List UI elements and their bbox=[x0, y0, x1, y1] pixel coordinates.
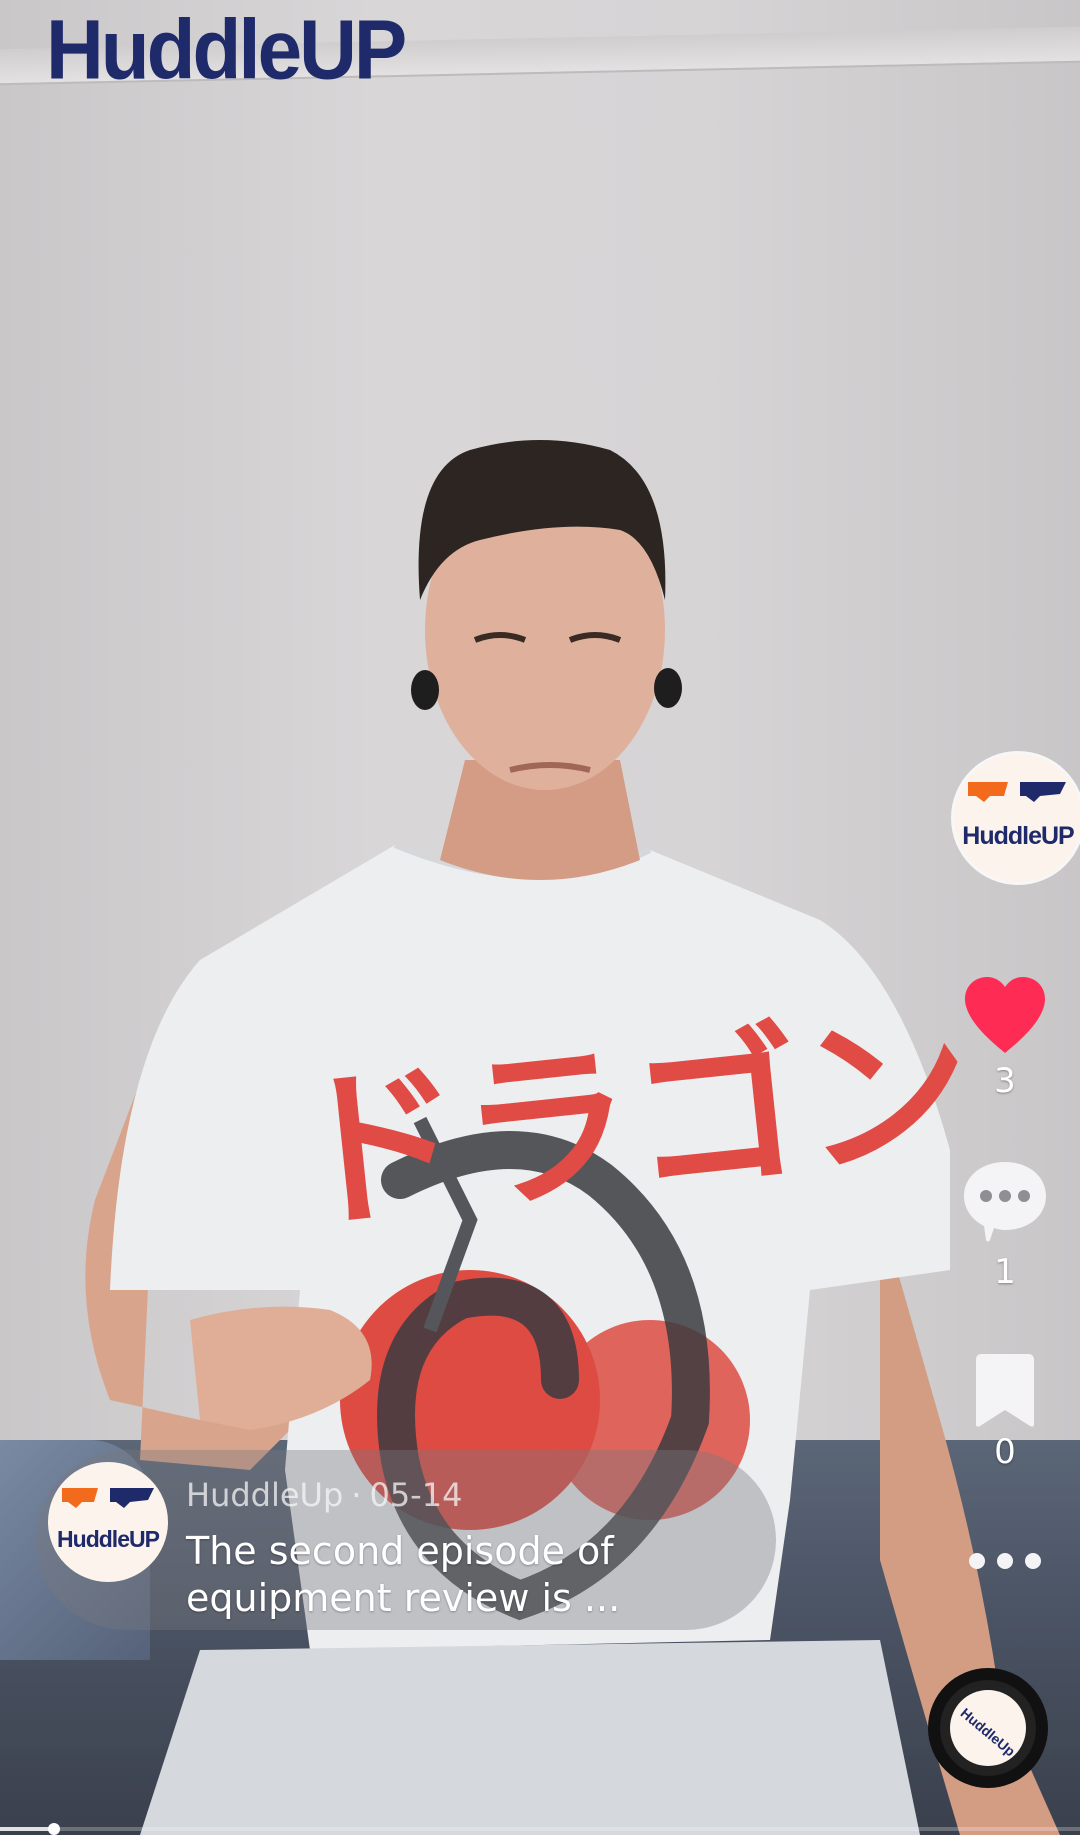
video-player-screen[interactable]: ドラゴン HuddleUP HuddleUP 3 1 0 HuddleUP Hu… bbox=[0, 0, 1080, 1835]
playback-scrubber[interactable] bbox=[48, 1823, 60, 1835]
music-disc-button[interactable]: HuddleUp bbox=[928, 1668, 1048, 1788]
post-date: 05-14 bbox=[369, 1476, 463, 1514]
disc-logo-text: HuddleUp bbox=[957, 1704, 1019, 1760]
more-options-button[interactable] bbox=[930, 1550, 1080, 1580]
brand-watermark: HuddleUP bbox=[46, 2, 407, 97]
comment-icon bbox=[930, 1158, 1080, 1244]
bookmark-icon bbox=[930, 1352, 1080, 1428]
video-caption[interactable]: HuddleUP HuddleUp · 05-14 The second episo… bbox=[36, 1450, 776, 1630]
caption-meta: HuddleUp · 05-14 bbox=[186, 1476, 462, 1514]
comment-button[interactable]: 1 bbox=[930, 1158, 1080, 1292]
caption-text[interactable]: The second episode of equipment review i… bbox=[186, 1528, 746, 1622]
comment-count: 1 bbox=[994, 1252, 1016, 1292]
avatar-logo-text: HuddleUP bbox=[962, 822, 1074, 850]
caption-channel-avatar[interactable]: HuddleUP bbox=[48, 1462, 168, 1582]
like-button[interactable]: 3 bbox=[930, 975, 1080, 1101]
save-button[interactable]: 0 bbox=[930, 1352, 1080, 1472]
playback-progress-fill bbox=[0, 1827, 54, 1831]
disc-label: HuddleUp bbox=[950, 1690, 1026, 1766]
brand-logo-icon bbox=[968, 782, 1066, 802]
like-count: 3 bbox=[994, 1061, 1016, 1101]
channel-avatar-button[interactable]: HuddleUP bbox=[954, 754, 1080, 882]
playback-progress-bar[interactable] bbox=[0, 1823, 1080, 1835]
action-rail: HuddleUP 3 1 0 bbox=[930, 0, 1080, 1835]
save-count: 0 bbox=[994, 1432, 1016, 1472]
meta-separator: · bbox=[351, 1476, 362, 1514]
avatar-logo-text: HuddleUP bbox=[57, 1526, 160, 1552]
more-icon bbox=[930, 1550, 1080, 1572]
channel-name[interactable]: HuddleUp bbox=[186, 1476, 343, 1514]
heart-icon bbox=[930, 975, 1080, 1055]
